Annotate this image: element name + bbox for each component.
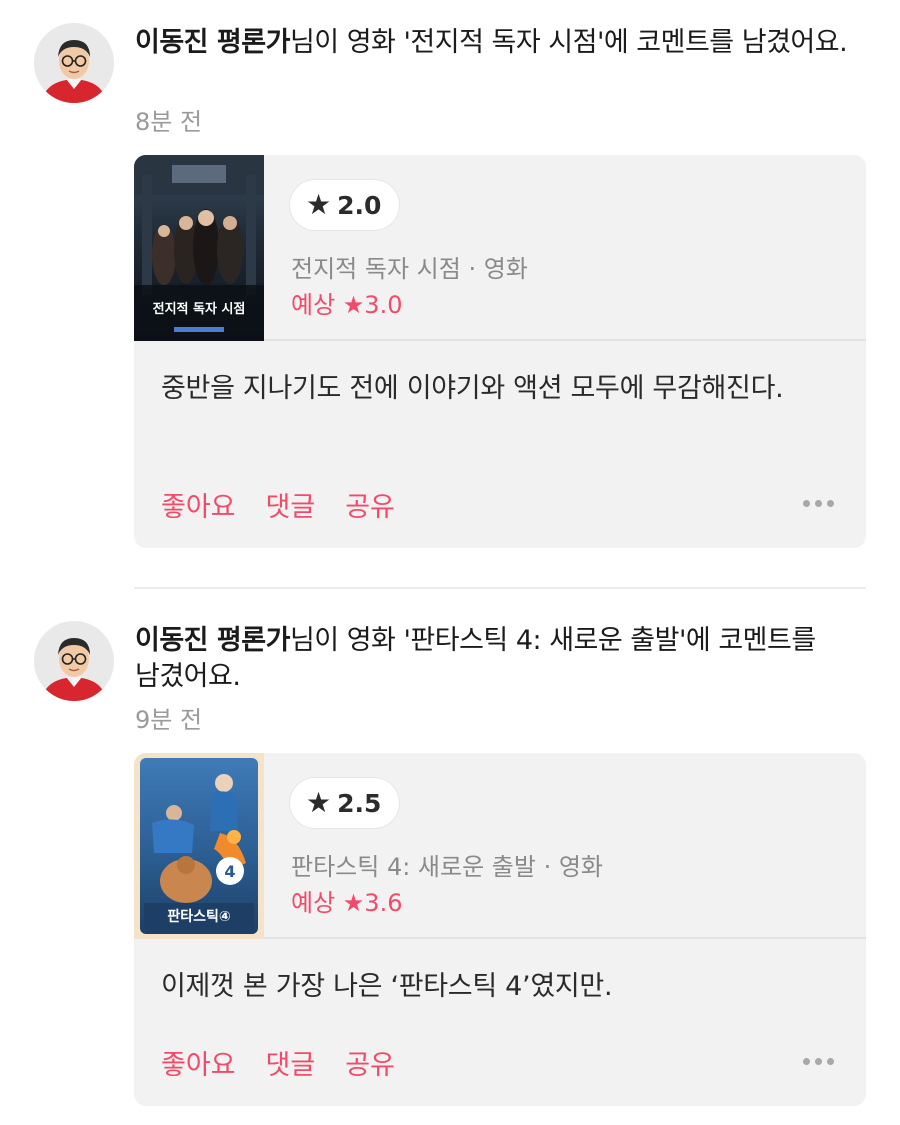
comment-text[interactable]: 중반을 지나기도 전에 이야기와 액션 모두에 무감해진다. [161,367,831,411]
my-rating-badge: ★ 2.5 [290,778,400,828]
rating-value: 2.5 [337,788,382,818]
star-icon: ★ [306,786,332,819]
critic-name[interactable]: 이동진 평론가 [135,27,290,58]
more-horizontal-icon[interactable] [803,1058,834,1065]
critic-avatar[interactable] [34,23,114,103]
star-icon: ★ [306,188,332,221]
movie-poster[interactable]: 전지적 독자 시점 [134,155,264,341]
poster-title: 판타스틱④ [167,908,230,925]
activity-headline: 이동진 평론가님이 영화 '판타스틱 4: 새로운 출발'에 코멘트를 남겼어요… [135,623,870,695]
movie-summary[interactable]: 전지적 독자 시점 ★ 2.0 전지적 독자 시점 · 영화 예상 ★3.0 [134,155,866,341]
movie-meta[interactable]: 전지적 독자 시점 · 영화 [291,249,528,284]
comment-actions: 좋아요 댓글 공유 [161,485,395,524]
rating-value: 2.0 [337,190,382,220]
movie-summary[interactable]: 4 판타스틱④ ★ 2.5 판타스틱 4: 새로운 출발 · 영화 예상 ★3.… [134,753,866,939]
more-horizontal-icon[interactable] [803,500,834,507]
poster-title: 전지적 독자 시점 [153,301,246,317]
like-button[interactable]: 좋아요 [161,485,236,524]
my-rating-badge: ★ 2.0 [290,180,400,230]
movie-meta[interactable]: 판타스틱 4: 새로운 출발 · 영화 [291,847,603,882]
svg-text:4: 4 [224,862,235,881]
headline-text: 님이 영화 '전지적 독자 시점'에 코멘트를 남겼어요. [289,27,848,58]
comment-actions: 좋아요 댓글 공유 [161,1043,395,1082]
share-button[interactable]: 공유 [345,1043,395,1082]
expected-rating: 예상 ★3.6 [291,889,403,917]
reply-button[interactable]: 댓글 [266,1043,316,1082]
timestamp: 8분 전 [135,108,203,136]
comment-text[interactable]: 이제껏 본 가장 나은 ‘판타스틱 4’였지만. [161,965,831,1009]
expected-rating: 예상 ★3.0 [291,291,403,319]
activity-headline: 이동진 평론가님이 영화 '전지적 독자 시점'에 코멘트를 남겼어요. [135,25,870,61]
critic-name[interactable]: 이동진 평론가 [135,625,290,656]
movie-poster[interactable]: 4 판타스틱④ [134,753,264,939]
share-button[interactable]: 공유 [345,485,395,524]
timestamp: 9분 전 [135,706,203,734]
comment-card[interactable]: 4 판타스틱④ ★ 2.5 판타스틱 4: 새로운 출발 · 영화 예상 ★3.… [134,753,866,1106]
feed-divider [134,587,866,589]
reply-button[interactable]: 댓글 [266,485,316,524]
comment-card[interactable]: 전지적 독자 시점 ★ 2.0 전지적 독자 시점 · 영화 예상 ★3.0 중… [134,155,866,548]
like-button[interactable]: 좋아요 [161,1043,236,1082]
critic-avatar[interactable] [34,621,114,701]
